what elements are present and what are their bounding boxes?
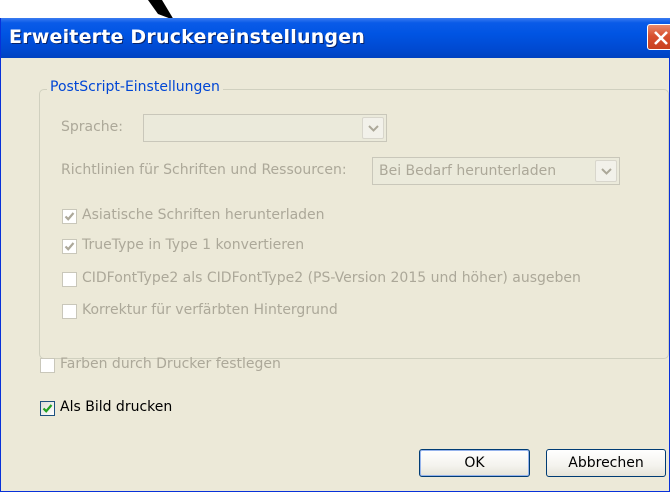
ok-button[interactable]: OK — [419, 449, 530, 477]
farben-drucker-label: Farben durch Drucker festlegen — [60, 356, 281, 372]
asiatische-schriften-checkbox[interactable] — [62, 209, 77, 224]
richtlinien-dropdown-button[interactable] — [595, 160, 617, 182]
sprache-label: Sprache: — [61, 119, 124, 135]
hintergrund-korrektur-checkbox[interactable] — [62, 304, 77, 319]
truetype-konvertieren-label: TrueType in Type 1 konvertieren — [82, 237, 305, 253]
richtlinien-select[interactable]: Bei Bedarf herunterladen — [372, 157, 620, 185]
farben-drucker-checkbox[interactable] — [40, 358, 55, 373]
postscript-settings-legend: PostScript-Einstellungen — [47, 79, 223, 95]
sprache-dropdown-button[interactable] — [362, 117, 384, 139]
cidfonttype2-label: CIDFontType2 als CIDFontType2 (PS-Versio… — [82, 270, 581, 286]
checkmark-icon — [64, 242, 75, 251]
chevron-down-icon — [601, 168, 612, 175]
checkmark-icon — [64, 212, 75, 221]
cancel-button[interactable]: Abbrechen — [546, 449, 666, 477]
close-button[interactable] — [647, 24, 670, 50]
asiatische-schriften-label: Asiatische Schriften herunterladen — [82, 207, 325, 223]
richtlinien-select-value: Bei Bedarf herunterladen — [379, 163, 557, 179]
dialog-title: Erweiterte Druckereinstellungen — [9, 26, 366, 48]
arrow-pointer-icon — [148, 0, 174, 20]
checkmark-icon — [42, 404, 53, 413]
als-bild-drucken-checkbox[interactable] — [40, 401, 55, 416]
hintergrund-korrektur-label: Korrektur für verfärbten Hintergrund — [82, 302, 338, 318]
truetype-konvertieren-checkbox[interactable] — [62, 239, 77, 254]
close-icon — [654, 31, 668, 45]
cidfonttype2-checkbox[interactable] — [62, 272, 77, 287]
chevron-down-icon — [368, 125, 379, 132]
als-bild-drucken-label: Als Bild drucken — [60, 399, 173, 415]
advanced-print-settings-dialog: Erweiterte Druckereinstellungen PostScri… — [0, 18, 670, 492]
richtlinien-label: Richtlinien für Schriften und Ressourcen… — [61, 162, 347, 178]
title-bar[interactable]: Erweiterte Druckereinstellungen — [1, 18, 670, 58]
sprache-select[interactable] — [143, 114, 387, 142]
